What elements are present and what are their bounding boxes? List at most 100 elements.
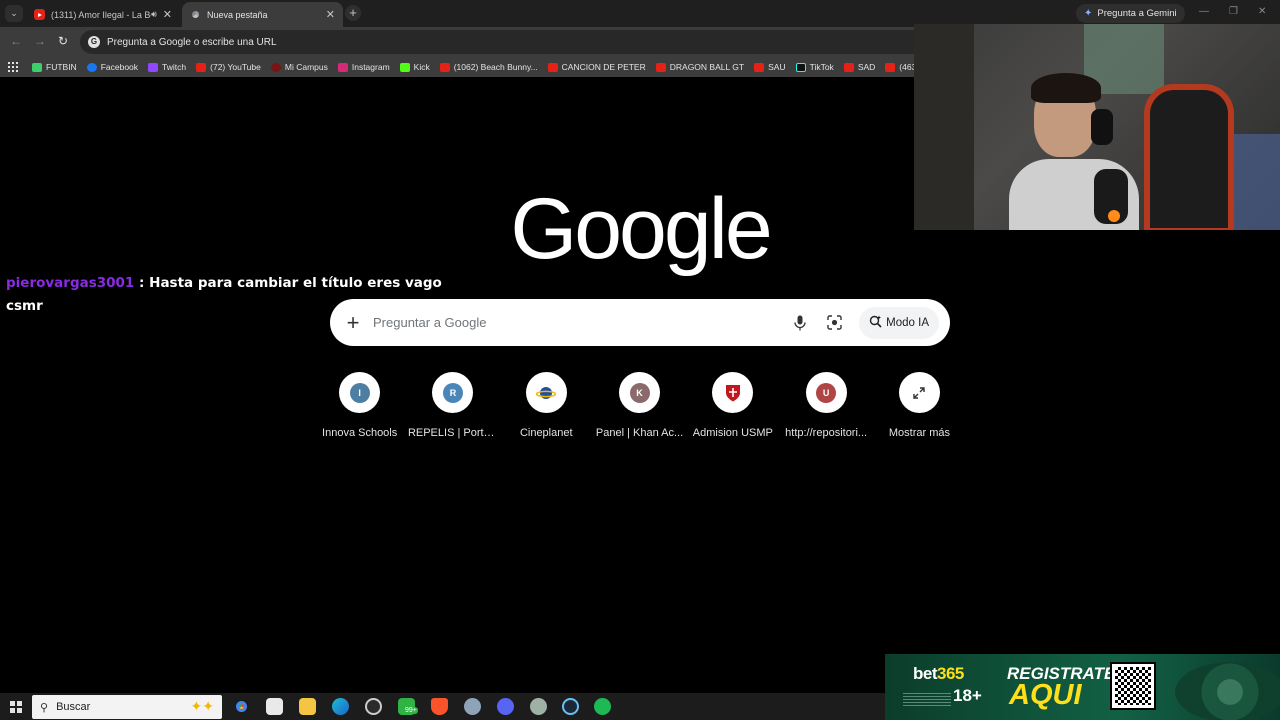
age-label: 18+ xyxy=(953,686,982,705)
letter-badge-icon: I xyxy=(349,382,370,403)
shortcut-cineplanet[interactable]: Cineplanet xyxy=(500,372,593,439)
youtube-icon xyxy=(547,62,558,72)
tiktok-icon xyxy=(795,62,806,72)
steam-icon[interactable] xyxy=(562,698,579,715)
youtube-icon xyxy=(843,62,854,72)
bookmark-youtube[interactable]: (72) YouTube xyxy=(196,62,261,72)
shortcut-icon xyxy=(898,372,940,413)
shortcut-icon xyxy=(712,372,754,413)
mic-light xyxy=(1108,210,1120,222)
shortcut-khan-academy[interactable]: K Panel | Khan Ac... xyxy=(593,372,686,439)
brand-a: bet xyxy=(913,664,938,683)
bookmark-label: SAD xyxy=(857,62,876,72)
game-launcher-icon[interactable] xyxy=(530,698,547,715)
shortcut-repositorio[interactable]: U http://repositori... xyxy=(779,372,872,439)
close-window-icon[interactable]: ✕ xyxy=(1258,6,1266,17)
facebook-icon xyxy=(86,62,97,72)
stream-chat-message: pierovargas3001 : Hasta para cambiar el … xyxy=(6,272,442,318)
shortcut-label: Innova Schools xyxy=(322,427,398,439)
youtube-icon xyxy=(34,9,45,20)
bookmark-instagram[interactable]: Instagram xyxy=(337,62,390,72)
bookmark-label: SAU xyxy=(768,62,786,72)
bookmark-label: DRAGON BALL GT xyxy=(669,62,745,72)
chat-line: csmr xyxy=(6,298,43,314)
shortcut-icon: U xyxy=(805,372,847,413)
bookmark-label: Mi Campus xyxy=(284,62,328,72)
search-icon: ⚲ xyxy=(40,701,49,714)
file-explorer-icon[interactable] xyxy=(299,698,316,715)
spotify-icon[interactable] xyxy=(594,698,611,715)
app-icon[interactable] xyxy=(464,698,481,715)
bookmark-mi-campus[interactable]: Mi Campus xyxy=(270,62,328,72)
apps-grid-icon[interactable] xyxy=(8,62,18,72)
tab-youtube[interactable]: (1311) Amor Ilegal - La Bell 🔊︎ ✕ xyxy=(26,2,180,27)
bookmark-futbin[interactable]: FUTBIN xyxy=(32,62,77,72)
address-bar-placeholder: Pregunta a Google o escribe una URL xyxy=(107,36,277,48)
discord-icon[interactable] xyxy=(497,698,514,715)
shortcut-label: Cineplanet xyxy=(519,427,573,439)
shelf xyxy=(914,24,974,230)
windows-start-icon[interactable] xyxy=(10,701,22,713)
gaming-chair xyxy=(1144,84,1234,230)
brand-b: 365 xyxy=(937,664,964,683)
letter-badge-icon: R xyxy=(442,382,463,403)
brave-icon[interactable] xyxy=(431,698,448,715)
bookmark-label: Facebook xyxy=(100,62,139,72)
tab-new-tab[interactable]: Nueva pestaña ✕ xyxy=(182,2,343,27)
instagram-icon xyxy=(337,62,348,72)
shortcut-show-more[interactable]: Mostrar más xyxy=(873,372,966,439)
tab-title: Nueva pestaña xyxy=(207,9,268,20)
minimize-icon[interactable]: — xyxy=(1199,6,1209,17)
close-icon[interactable]: ✕ xyxy=(163,8,172,21)
ai-mode-button[interactable]: Modo IA xyxy=(859,306,939,339)
bookmark-sau[interactable]: SAU xyxy=(754,62,786,72)
headset-icon xyxy=(1091,109,1113,145)
shortcut-admision-usmp[interactable]: Admision USMP xyxy=(686,372,779,439)
shortcut-repelis[interactable]: R REPELIS | Portal ... xyxy=(406,372,499,439)
tab-search-button[interactable]: ⌄ xyxy=(5,5,23,22)
tab-strip: ⌄ (1311) Amor Ilegal - La Bell 🔊︎ ✕ Nuev… xyxy=(0,0,1280,27)
notification-badge: 99+ xyxy=(404,707,418,714)
chrome-taskbar-icon[interactable] xyxy=(233,698,250,715)
bet365-banner[interactable]: bet365 18+ REGISTRATE AQUI xyxy=(885,654,1280,720)
back-arrow-icon[interactable]: ← xyxy=(10,34,22,48)
taskbar-search[interactable]: ⚲ Buscar ✦✦ xyxy=(32,695,222,719)
here-label: AQUI xyxy=(1009,679,1082,711)
youtube-icon xyxy=(439,62,450,72)
bookmark-sad[interactable]: SAD xyxy=(843,62,876,72)
speaker-icon[interactable]: 🔊︎ xyxy=(151,9,157,20)
bookmark-tiktok[interactable]: TikTok xyxy=(795,62,834,72)
edge-icon[interactable] xyxy=(332,698,349,715)
shortcut-label: http://repositori... xyxy=(785,427,868,439)
chat-text: : Hasta para cambiar el título eres vago xyxy=(134,275,442,291)
bookmark-beach-bunny[interactable]: (1062) Beach Bunny... xyxy=(439,62,538,72)
shortcut-label: Admision USMP xyxy=(692,427,773,439)
letter-badge-icon: K xyxy=(629,382,650,403)
shortcut-innova-schools[interactable]: I Innova Schools xyxy=(313,372,406,439)
microphone-icon[interactable] xyxy=(787,310,813,336)
youtube-icon xyxy=(655,62,666,72)
bookmark-facebook[interactable]: Facebook xyxy=(86,62,139,72)
forward-arrow-icon[interactable]: → xyxy=(34,34,46,48)
obs-icon[interactable] xyxy=(365,698,382,715)
youtube-icon xyxy=(885,62,896,72)
store-icon[interactable] xyxy=(266,698,283,715)
bookmark-twitch[interactable]: Twitch xyxy=(148,62,186,72)
close-icon[interactable]: ✕ xyxy=(326,8,335,21)
bookmark-label: Twitch xyxy=(162,62,187,72)
bookmark-label: FUTBIN xyxy=(46,62,77,72)
new-tab-button[interactable]: + xyxy=(345,5,361,21)
taskbar: ⚲ Buscar ✦✦ 99+ xyxy=(0,693,885,720)
gemini-button[interactable]: ✦ Pregunta a Gemini xyxy=(1076,4,1185,23)
bookmark-dragon-ball[interactable]: DRAGON BALL GT xyxy=(655,62,745,72)
shortcut-icon: I xyxy=(339,372,381,413)
google-lens-icon[interactable] xyxy=(821,310,847,336)
reload-icon[interactable]: ↻ xyxy=(58,34,68,48)
bookmark-kick[interactable]: Kick xyxy=(399,62,430,72)
restore-icon[interactable]: ❐ xyxy=(1229,6,1238,17)
background-wall xyxy=(1234,134,1280,230)
usmp-shield-icon xyxy=(725,384,740,401)
bookmark-cancion-peter[interactable]: CANCION DE PETER xyxy=(547,62,646,72)
chat-line: pierovargas3001 : Hasta para cambiar el … xyxy=(6,272,442,295)
sparkle-icon: ✦✦ xyxy=(190,698,214,714)
